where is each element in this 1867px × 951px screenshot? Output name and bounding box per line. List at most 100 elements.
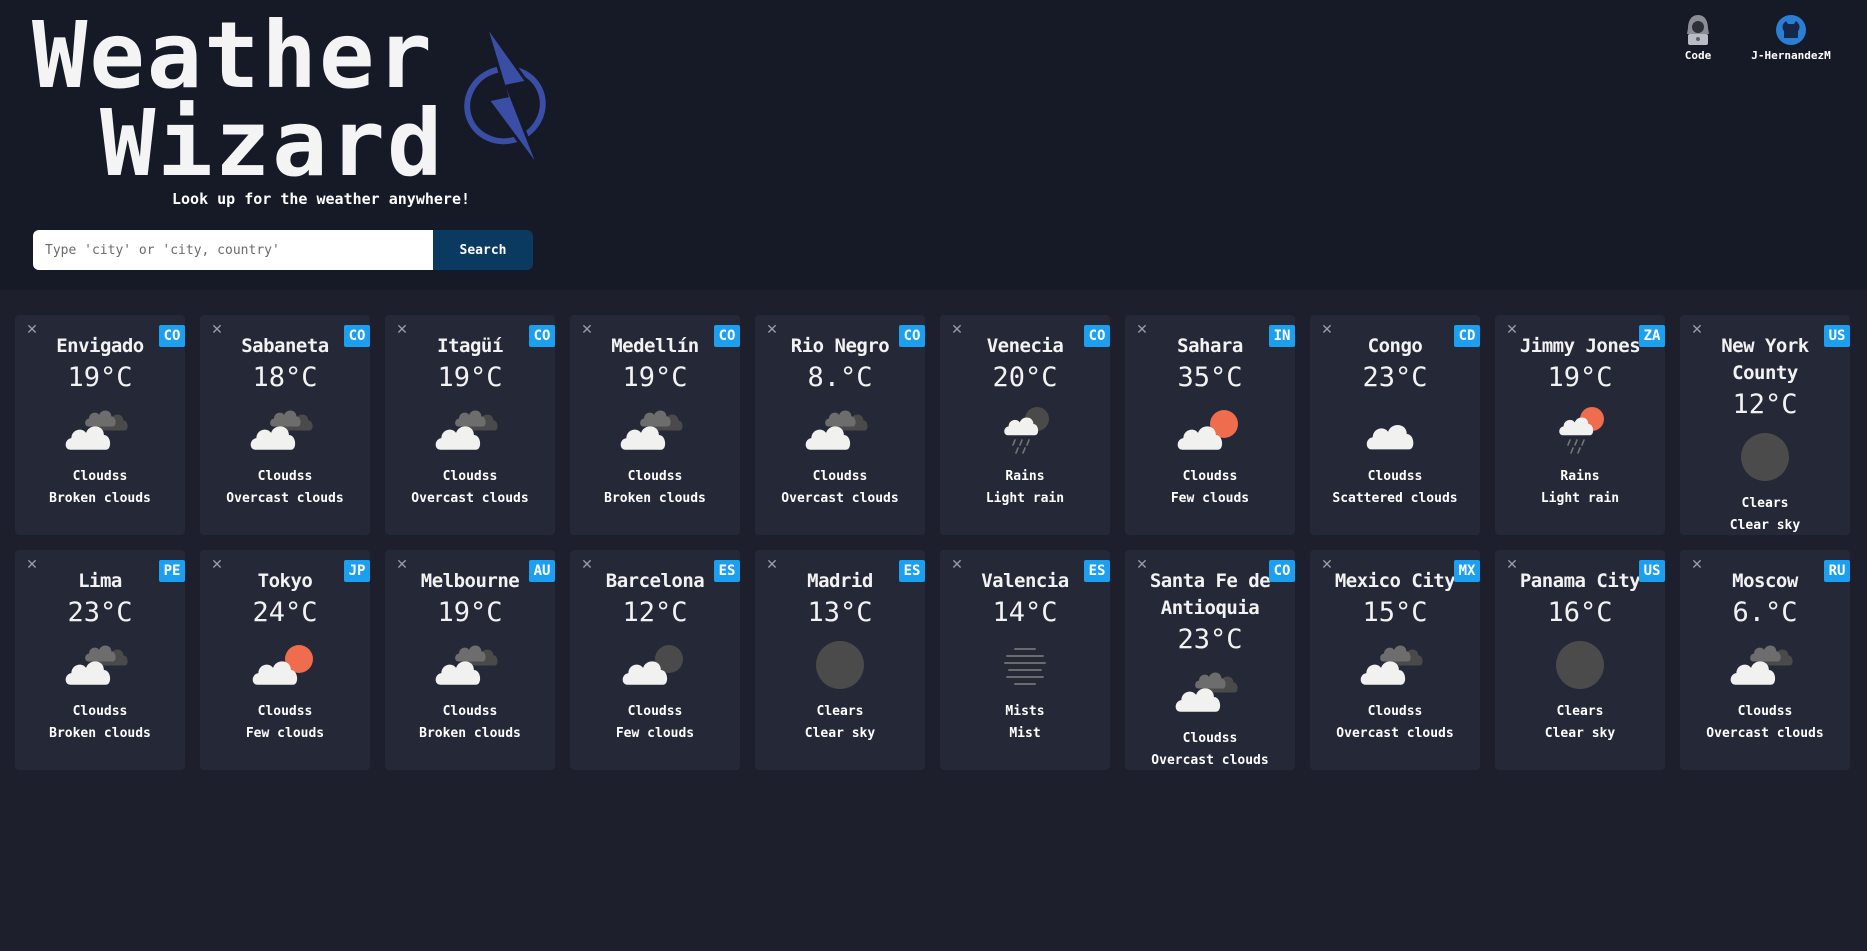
remove-card-button[interactable]: ✕ xyxy=(25,558,39,572)
weather-description: Overcast clouds xyxy=(226,491,344,506)
weather-main: Cloudss xyxy=(442,704,498,719)
weather-description: Overcast clouds xyxy=(1151,753,1269,768)
weather-card: ✕ MX Mexico City 15°C Cloudss Overcast c… xyxy=(1310,550,1480,770)
country-badge: CO xyxy=(1269,560,1295,582)
city-name: Moscow xyxy=(1732,570,1798,592)
remove-card-button[interactable]: ✕ xyxy=(580,558,594,572)
weather-card: ✕ CO Medellín 19°C Cloudss Broken clouds xyxy=(570,315,740,535)
weather-description: Mist xyxy=(1009,726,1041,741)
weather-main: Cloudss xyxy=(627,469,683,484)
remove-card-button[interactable]: ✕ xyxy=(1320,558,1334,572)
weather-main: Cloudss xyxy=(72,469,128,484)
weather-card: ✕ IN Sahara 35°C Cloudss Few clouds xyxy=(1125,315,1295,535)
temperature: 19°C xyxy=(67,362,133,393)
remove-card-button[interactable]: ✕ xyxy=(210,323,224,337)
rain-day-icon xyxy=(1559,407,1604,454)
city-name: Congo xyxy=(1367,335,1423,357)
weather-description: Broken clouds xyxy=(49,726,151,741)
weather-main: Cloudss xyxy=(257,469,313,484)
temperature: 20°C xyxy=(992,362,1058,393)
weather-card: ✕ US Panama City 16°C Clears Clear sky xyxy=(1495,550,1665,770)
weather-description: Light rain xyxy=(1540,491,1620,506)
temperature: 18°C xyxy=(252,362,318,393)
temperature: 24°C xyxy=(252,597,318,628)
search-input[interactable] xyxy=(33,230,433,270)
city-name: Itagüí xyxy=(437,335,503,357)
remove-card-button[interactable]: ✕ xyxy=(1135,558,1149,572)
country-badge: CO xyxy=(899,325,925,347)
remove-card-button[interactable]: ✕ xyxy=(210,558,224,572)
remove-card-button[interactable]: ✕ xyxy=(1135,323,1149,337)
country-badge: ES xyxy=(714,560,740,582)
remove-card-button[interactable]: ✕ xyxy=(1690,323,1704,337)
lightning-bolt-logo-icon xyxy=(464,22,546,171)
remove-card-button[interactable]: ✕ xyxy=(25,323,39,337)
remove-card-button[interactable]: ✕ xyxy=(395,558,409,572)
app-subtitle: Look up for the weather anywhere! xyxy=(172,190,471,208)
search-button[interactable]: Search xyxy=(433,230,533,270)
weather-description: Scattered clouds xyxy=(1332,491,1458,506)
country-badge: AU xyxy=(529,560,555,582)
temperature: 19°C xyxy=(1547,362,1613,393)
remove-card-button[interactable]: ✕ xyxy=(1690,558,1704,572)
city-name: Sabaneta xyxy=(241,335,329,357)
weather-card: ✕ RU Moscow 6.°C Cloudss Overcast clouds xyxy=(1680,550,1850,770)
weather-card: ✕ CO Venecia 20°C Rains Light rain xyxy=(940,315,1110,535)
code-link[interactable]: Code xyxy=(1663,14,1733,62)
temperature: 14°C xyxy=(992,597,1058,628)
remove-card-button[interactable]: ✕ xyxy=(765,323,779,337)
broken-clouds-icon xyxy=(620,410,683,450)
city-name: Panama City xyxy=(1519,570,1641,592)
city-name: Envigado xyxy=(56,335,144,357)
city-name: Mexico City xyxy=(1334,570,1456,592)
city-name: Venecia xyxy=(986,335,1064,357)
weather-card: ✕ ES Barcelona 12°C Cloudss Few clouds xyxy=(570,550,740,770)
country-badge: CO xyxy=(529,325,555,347)
city-name: New York County xyxy=(1721,335,1809,384)
weather-description: Clear sky xyxy=(804,726,876,741)
city-name: Melbourne xyxy=(420,570,520,592)
weather-card: ✕ CO Rio Negro 8.°C Cloudss Overcast clo… xyxy=(755,315,925,535)
weather-card: ✕ CO Itagüí 19°C Cloudss Overcast clouds xyxy=(385,315,555,535)
weather-card: ✕ US New York County 12°C Clears Clear s… xyxy=(1680,315,1850,535)
country-badge: IN xyxy=(1269,325,1295,347)
weather-main: Cloudss xyxy=(1367,469,1423,484)
remove-card-button[interactable]: ✕ xyxy=(1505,323,1519,337)
city-name: Tokyo xyxy=(257,570,313,592)
weather-description: Overcast clouds xyxy=(1336,726,1454,741)
temperature: 23°C xyxy=(67,597,133,628)
remove-card-button[interactable]: ✕ xyxy=(950,323,964,337)
remove-card-button[interactable]: ✕ xyxy=(1505,558,1519,572)
remove-card-button[interactable]: ✕ xyxy=(765,558,779,572)
weather-description: Overcast clouds xyxy=(781,491,899,506)
weather-main: Cloudss xyxy=(1182,469,1238,484)
country-badge: RU xyxy=(1824,560,1850,582)
temperature: 23°C xyxy=(1177,624,1243,655)
remove-card-button[interactable]: ✕ xyxy=(1320,323,1334,337)
clear-night-icon xyxy=(1741,433,1789,481)
city-name: Barcelona xyxy=(605,570,705,592)
weather-main: Cloudss xyxy=(1367,704,1423,719)
weather-card: ✕ CO Sabaneta 18°C Cloudss Overcast clou… xyxy=(200,315,370,535)
github-profile-link[interactable]: J-HernandezM xyxy=(1746,14,1836,62)
country-badge: JP xyxy=(344,560,370,582)
remove-card-button[interactable]: ✕ xyxy=(580,323,594,337)
broken-clouds-icon xyxy=(65,645,128,685)
temperature: 19°C xyxy=(437,362,503,393)
city-name: Medellín xyxy=(611,335,699,357)
weather-card: ✕ CO Envigado 19°C Cloudss Broken clouds xyxy=(15,315,185,535)
remove-card-button[interactable]: ✕ xyxy=(395,323,409,337)
temperature: 6.°C xyxy=(1732,597,1798,628)
weather-main: Mists xyxy=(1005,704,1045,719)
temperature: 23°C xyxy=(1362,362,1428,393)
weather-main: Cloudss xyxy=(257,704,313,719)
weather-description: Overcast clouds xyxy=(411,491,529,506)
weather-main: Cloudss xyxy=(442,469,498,484)
remove-card-button[interactable]: ✕ xyxy=(950,558,964,572)
country-badge: CO xyxy=(714,325,740,347)
mist-icon xyxy=(1004,648,1046,685)
weather-main: Cloudss xyxy=(72,704,128,719)
search-form: Search xyxy=(33,230,533,270)
rain-night-icon xyxy=(1004,407,1049,454)
weather-card: ✕ CO Santa Fe de Antioquia 23°C Cloudss … xyxy=(1125,550,1295,770)
